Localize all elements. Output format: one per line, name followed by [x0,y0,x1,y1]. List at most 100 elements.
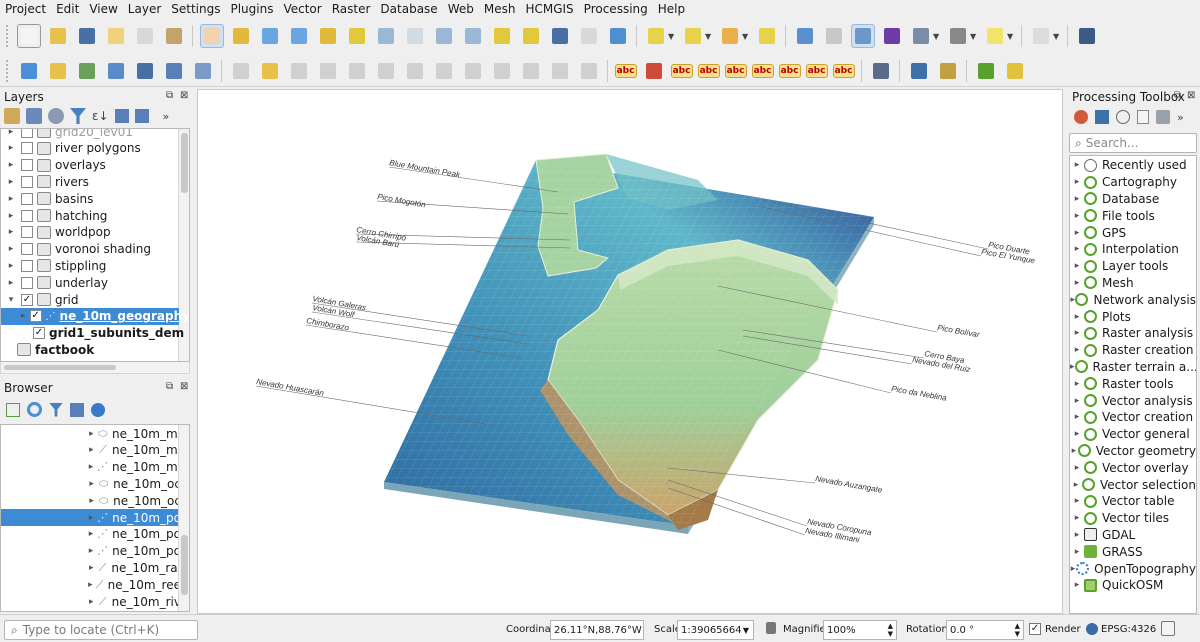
toolbox-group[interactable]: ▸ Cartography [1070,174,1196,191]
models-icon[interactable] [1074,110,1088,124]
chevron-right-icon[interactable]: ▸ [1070,362,1075,372]
layer-visibility-checkbox[interactable]: ✓ [29,310,42,323]
layer-item[interactable]: factbook [1,341,179,358]
layer-visibility-checkbox[interactable] [21,175,33,188]
layer-item[interactable]: ▸ worldpop [1,224,179,241]
menu-plugins[interactable]: Plugins [225,0,278,19]
eye-icon[interactable] [48,108,64,124]
add-raster-icon[interactable] [46,59,70,83]
plugin-icon[interactable] [936,59,960,83]
layer-item[interactable]: ▸ hatching [1,207,179,224]
chevron-right-icon[interactable]: ▸ [21,311,26,321]
temporal-controller-icon[interactable] [577,24,601,48]
render-checkbox[interactable]: ✓ [1029,623,1041,635]
filter-icon[interactable] [49,402,63,417]
copy-icon[interactable] [490,59,514,83]
layer-item[interactable]: ▸ stippling [1,257,179,274]
filter-expression-icon[interactable]: ε↓ [92,109,109,123]
chevron-right-icon[interactable]: ▸ [5,227,17,237]
zoom-native-icon[interactable] [403,24,427,48]
chevron-right-icon[interactable]: ▸ [5,160,17,170]
chevron-right-icon[interactable]: ▸ [87,513,95,523]
close-panel-icon[interactable]: ⊠ [1187,90,1195,101]
virtual-layer-icon[interactable] [133,59,157,83]
chevron-right-icon[interactable]: ▸ [1070,177,1084,187]
chevron-right-icon[interactable]: ▸ [5,129,17,137]
toolbox-group[interactable]: ▸ Recently used [1070,157,1196,174]
chevron-right-icon[interactable]: ▸ [1070,446,1078,456]
chevron-right-icon[interactable]: ▸ [1070,194,1084,204]
select-features-icon[interactable] [644,24,668,48]
statistics-sigma-icon[interactable] [880,24,904,48]
new-project-icon[interactable] [16,24,41,48]
more-icon[interactable]: » [163,110,170,123]
magnifier-spinbox[interactable]: 100% ▲ ▼ [823,620,897,640]
toolbox-group[interactable]: ▸ Vector table [1070,493,1196,510]
menu-layer[interactable]: Layer [123,0,166,19]
chevron-right-icon[interactable]: ▸ [87,563,96,573]
rotation-spinbox[interactable]: 0.0 ° ▲ ▼ [946,620,1024,640]
menu-processing[interactable]: Processing [579,0,653,19]
messages-icon[interactable] [1161,621,1175,636]
toolbox-group[interactable]: ▸ Vector tiles [1070,510,1196,527]
toolbar-grip[interactable] [6,25,10,47]
layer-item[interactable]: ▸ ✓ ⋰ ne_10m_geography [1,307,189,325]
scripts-icon[interactable] [1095,110,1109,124]
diagram-options-icon[interactable] [642,59,666,83]
toolbox-group[interactable]: ▸ Raster tools [1070,375,1196,392]
toolbar-grip[interactable] [6,59,10,82]
toolbox-group[interactable]: ▸ File tools [1070,207,1196,224]
layers-hscrollbar[interactable] [0,362,190,374]
menu-vector[interactable]: Vector [278,0,326,19]
info-icon[interactable] [91,402,105,417]
browser-item[interactable]: ▸ ⋰ ne_10m_po [1,526,181,543]
toolbox-group[interactable]: ▸ Raster analysis [1070,325,1196,342]
coordinate-field[interactable]: 26.11°N,88.76°W [550,620,644,640]
toolbox-group[interactable]: ▸ Plots [1070,308,1196,325]
add-group-icon[interactable] [26,108,42,124]
toolbox-group[interactable]: ▸ QuickOSM [1070,577,1196,594]
wms-layer-icon[interactable] [162,59,186,83]
chevron-right-icon[interactable]: ▸ [1070,480,1082,490]
add-vector-icon[interactable] [75,59,99,83]
select-location-icon[interactable] [755,24,779,48]
float-dock-icon[interactable]: ⧉ [166,381,173,392]
menu-hcmgis[interactable]: HCMGIS [520,0,578,19]
menu-raster[interactable]: Raster [327,0,376,19]
toolbox-group[interactable]: ▸ Raster terrain a... [1070,359,1196,376]
chevron-right-icon[interactable]: ▸ [1070,379,1084,389]
chevron-right-icon[interactable]: ▸ [1070,496,1084,506]
toolbox-group[interactable]: ▸ Layer tools [1070,258,1196,275]
layer-visibility-checkbox[interactable]: ✓ [33,327,45,340]
toolbox-group[interactable]: ▸ Vector general [1070,426,1196,443]
layer-visibility-checkbox[interactable] [21,192,33,205]
toolbox-group[interactable]: ▸ Vector geometry [1070,443,1196,460]
options-icon[interactable] [1156,110,1170,124]
label-properties-icon[interactable]: abc [832,63,855,78]
chevron-right-icon[interactable]: ▸ [1070,328,1084,338]
menu-edit[interactable]: Edit [51,0,84,19]
deselect-icon[interactable] [718,24,742,48]
cut-icon[interactable] [461,59,485,83]
layer-item[interactable]: ▸ river polygons [1,140,179,157]
toolbox-group[interactable]: ▸ Database [1070,191,1196,208]
chevron-right-icon[interactable]: ▸ [1070,463,1084,473]
chevron-right-icon[interactable]: ▸ [87,479,96,489]
locate-icon[interactable] [1029,24,1053,48]
zoom-out-icon[interactable] [287,24,311,48]
chevron-right-icon[interactable]: ▸ [87,429,96,439]
change-label-icon[interactable]: abc [805,63,828,78]
chevron-right-icon[interactable]: ▸ [1070,345,1084,355]
toolbox-group[interactable]: ▸ Vector overlay [1070,459,1196,476]
pin-label-icon[interactable]: abc [697,63,720,78]
open-project-icon[interactable] [46,24,70,48]
chevron-right-icon[interactable]: ▸ [1070,278,1084,288]
chevron-right-icon[interactable]: ▸ [5,177,17,187]
help-icon[interactable] [1075,24,1099,48]
toolbox-group[interactable]: ▸ GDAL [1070,527,1196,544]
show-hide-label-icon[interactable]: abc [724,63,747,78]
browser-item[interactable]: ▸ ⬭ ne_10m_mi [1,425,181,442]
layer-visibility-checkbox[interactable] [21,209,33,222]
menu-mesh[interactable]: Mesh [479,0,521,19]
chevron-right-icon[interactable]: ▸ [5,261,17,271]
